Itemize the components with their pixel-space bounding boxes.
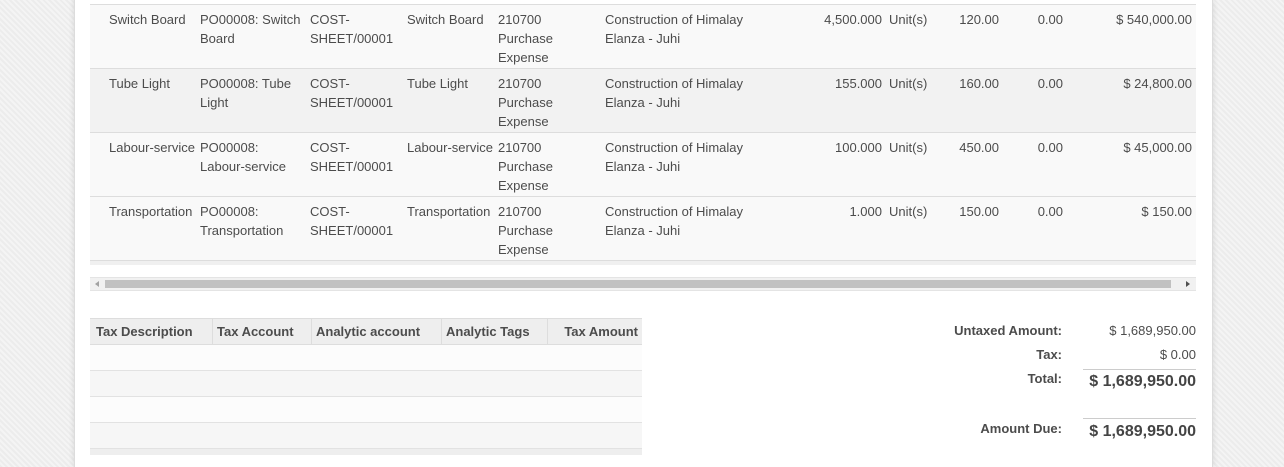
invoice-line-row[interactable]: Transportation PO00008: Transportation C… bbox=[90, 197, 1196, 261]
line-item: Tube Light bbox=[407, 76, 468, 91]
line-uom: Unit(s) bbox=[889, 140, 928, 155]
tax-label: Tax: bbox=[1036, 347, 1062, 362]
line-discount: 0.00 bbox=[1037, 204, 1063, 219]
line-product: Switch Board bbox=[109, 12, 186, 27]
line-description: PO00008: Transportation bbox=[200, 204, 284, 238]
column-tax-description[interactable]: Tax Description bbox=[90, 319, 212, 344]
line-product: Transportation bbox=[109, 204, 193, 219]
column-analytic-account[interactable]: Analytic account bbox=[311, 319, 441, 344]
column-tax-account[interactable]: Tax Account bbox=[212, 319, 311, 344]
line-quantity: 1.000 bbox=[849, 204, 882, 219]
total-value: $ 1,689,950.00 bbox=[1089, 373, 1196, 390]
horizontal-scrollbar[interactable] bbox=[90, 277, 1196, 291]
line-discount: 0.00 bbox=[1037, 12, 1063, 27]
line-analytic-account: Construction of Himalay Elanza - Juhi bbox=[605, 204, 743, 238]
lines-table-footer bbox=[90, 261, 1196, 265]
line-quantity: 155.000 bbox=[835, 76, 882, 91]
invoice-line-row[interactable]: Labour-service PO00008: Labour-service C… bbox=[90, 133, 1196, 197]
untaxed-amount-label: Untaxed Amount: bbox=[954, 323, 1062, 338]
line-subtotal: $ 45,000.00 bbox=[1123, 140, 1192, 155]
tax-table-empty-row bbox=[90, 371, 642, 397]
invoice-line-row[interactable]: Switch Board PO00008: Switch Board COST-… bbox=[90, 5, 1196, 69]
line-unit-price: 150.00 bbox=[959, 204, 999, 219]
line-description: PO00008: Tube Light bbox=[200, 76, 292, 110]
column-tax-amount[interactable]: Tax Amount bbox=[547, 319, 642, 344]
amount-due-divider bbox=[1083, 418, 1196, 419]
total-label: Total: bbox=[1027, 371, 1062, 386]
line-uom: Unit(s) bbox=[889, 12, 928, 27]
line-uom: Unit(s) bbox=[889, 204, 928, 219]
line-uom: Unit(s) bbox=[889, 76, 928, 91]
tax-lines-table: Tax Description Tax Account Analytic acc… bbox=[90, 318, 642, 455]
line-account: 210700 Purchase Expense bbox=[498, 204, 553, 257]
line-quantity: 100.000 bbox=[835, 140, 882, 155]
amount-due-label: Amount Due: bbox=[980, 421, 1062, 436]
line-analytic-account: Construction of Himalay Elanza - Juhi bbox=[605, 76, 743, 110]
line-cost-sheet: COST-SHEET/00001 bbox=[310, 12, 394, 46]
line-cost-sheet: COST-SHEET/00001 bbox=[310, 204, 394, 238]
line-unit-price: 120.00 bbox=[959, 12, 999, 27]
line-item: Transportation bbox=[407, 204, 491, 219]
tax-table-header: Tax Description Tax Account Analytic acc… bbox=[90, 318, 642, 345]
line-item: Labour-service bbox=[407, 140, 493, 155]
scroll-right-arrow-icon[interactable] bbox=[1186, 281, 1190, 287]
amount-due-value: $ 1,689,950.00 bbox=[1089, 423, 1196, 440]
line-description: PO00008: Labour-service bbox=[200, 140, 286, 174]
line-product: Labour-service bbox=[109, 140, 195, 155]
line-item: Switch Board bbox=[407, 12, 484, 27]
line-discount: 0.00 bbox=[1037, 76, 1063, 91]
column-analytic-tags[interactable]: Analytic Tags bbox=[441, 319, 547, 344]
tax-table-empty-row bbox=[90, 423, 642, 449]
line-account: 210700 Purchase Expense bbox=[498, 12, 553, 65]
line-subtotal: $ 540,000.00 bbox=[1116, 12, 1192, 27]
tax-table-empty-row bbox=[90, 397, 642, 423]
line-unit-price: 160.00 bbox=[959, 76, 999, 91]
scrollbar-thumb[interactable] bbox=[105, 280, 1171, 288]
line-subtotal: $ 150.00 bbox=[1141, 204, 1192, 219]
line-cost-sheet: COST-SHEET/00001 bbox=[310, 140, 394, 174]
line-product: Tube Light bbox=[109, 76, 170, 91]
line-quantity: 4,500.000 bbox=[824, 12, 882, 27]
untaxed-amount-value: $ 1,689,950.00 bbox=[1109, 323, 1196, 338]
scroll-left-arrow-icon[interactable] bbox=[95, 281, 99, 287]
invoice-line-row[interactable]: Tube Light PO00008: Tube Light COST-SHEE… bbox=[90, 69, 1196, 133]
line-account: 210700 Purchase Expense bbox=[498, 76, 553, 129]
tax-table-empty-row bbox=[90, 345, 642, 371]
line-subtotal: $ 24,800.00 bbox=[1123, 76, 1192, 91]
line-analytic-account: Construction of Himalay Elanza - Juhi bbox=[605, 140, 743, 174]
line-description: PO00008: Switch Board bbox=[200, 12, 301, 46]
invoice-lines-table: Switch Board PO00008: Switch Board COST-… bbox=[90, 4, 1196, 265]
total-divider bbox=[1083, 369, 1196, 370]
tax-value: $ 0.00 bbox=[1159, 347, 1196, 362]
line-unit-price: 450.00 bbox=[959, 140, 999, 155]
line-account: 210700 Purchase Expense bbox=[498, 140, 553, 193]
line-discount: 0.00 bbox=[1037, 140, 1063, 155]
tax-table-footer bbox=[90, 449, 642, 455]
line-cost-sheet: COST-SHEET/00001 bbox=[310, 76, 394, 110]
line-analytic-account: Construction of Himalay Elanza - Juhi bbox=[605, 12, 743, 46]
